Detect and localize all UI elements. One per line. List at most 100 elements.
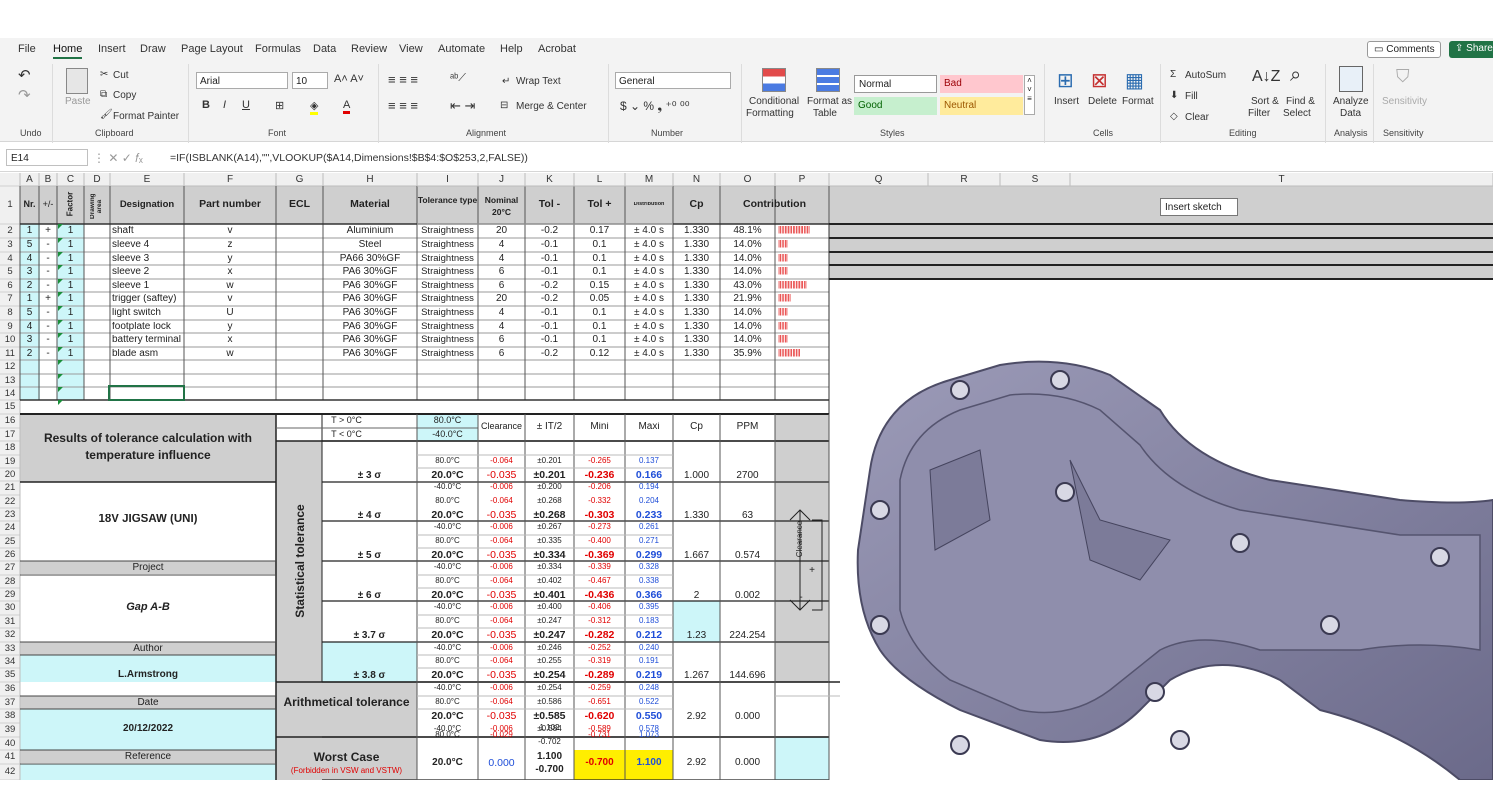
row-header[interactable]: 10 xyxy=(0,335,20,345)
tab-view[interactable]: View xyxy=(399,43,423,55)
paste-icon[interactable] xyxy=(66,68,88,94)
row-header[interactable]: 4 xyxy=(0,254,20,264)
find-select-label2[interactable]: Select xyxy=(1283,108,1311,119)
conditional-formatting-label2[interactable]: Formatting xyxy=(746,108,794,119)
number-format-select[interactable]: General xyxy=(615,72,731,89)
column-header-K[interactable]: K xyxy=(525,175,574,185)
row-header[interactable]: 42 xyxy=(0,767,20,777)
column-header-O[interactable]: O xyxy=(720,175,775,185)
row-header[interactable]: 23 xyxy=(0,510,20,520)
row-header[interactable]: 8 xyxy=(0,308,20,318)
tab-insert[interactable]: Insert xyxy=(98,43,126,55)
column-header-G[interactable]: G xyxy=(276,175,323,185)
wrap-text-button[interactable]: Wrap Text xyxy=(516,76,561,87)
row-header[interactable]: 35 xyxy=(0,670,20,680)
share-button[interactable]: ⇪ Share xyxy=(1449,41,1493,58)
italic-icon[interactable]: I xyxy=(223,99,226,111)
autosum-icon[interactable]: Σ xyxy=(1170,69,1176,80)
underline-icon[interactable]: U xyxy=(242,99,250,111)
undo-icon[interactable]: ↶ xyxy=(18,66,31,84)
row-header[interactable]: 37 xyxy=(0,698,20,708)
style-normal[interactable]: Normal xyxy=(854,75,937,93)
borders-icon[interactable]: ⊞ xyxy=(275,99,284,112)
row-header[interactable]: 6 xyxy=(0,281,20,291)
row-header[interactable]: 12 xyxy=(0,362,20,372)
row-header[interactable]: 25 xyxy=(0,537,20,547)
row-header[interactable]: 22 xyxy=(0,497,20,507)
sensitivity-icon[interactable]: ⛉ xyxy=(1396,66,1410,87)
column-header-A[interactable]: A xyxy=(20,175,39,185)
align-top-icon[interactable]: ≡ ≡ ≡ xyxy=(388,72,418,87)
row-header[interactable]: 38 xyxy=(0,711,20,721)
tab-page-layout[interactable]: Page Layout xyxy=(181,43,243,55)
column-header-P[interactable]: P xyxy=(775,175,829,185)
format-cells-button[interactable]: Format xyxy=(1122,96,1154,107)
column-header-F[interactable]: F xyxy=(184,175,276,185)
row-header[interactable]: 32 xyxy=(0,630,20,640)
column-header-S[interactable]: S xyxy=(1000,175,1070,185)
row-header[interactable]: 26 xyxy=(0,550,20,560)
tab-draw[interactable]: Draw xyxy=(140,43,166,55)
style-neutral[interactable]: Neutral xyxy=(940,97,1023,115)
column-header-E[interactable]: E xyxy=(110,175,184,185)
bold-icon[interactable]: B xyxy=(202,99,210,111)
sort-filter-label1[interactable]: Sort & xyxy=(1251,96,1279,107)
orientation-icon[interactable]: ᵃᵇ⟋ xyxy=(450,72,466,85)
currency-icon[interactable]: $ ⌄ % ❟ ⁺⁰ ⁰⁰ xyxy=(620,99,690,114)
conditional-formatting-label1[interactable]: Conditional xyxy=(749,96,799,107)
row-header[interactable]: 33 xyxy=(0,644,20,654)
autosum-button[interactable]: AutoSum xyxy=(1185,70,1226,81)
column-header-R[interactable]: R xyxy=(928,175,1000,185)
cancel-confirm-icon[interactable]: ⋮ ✕ ✓ 𝑓ₓ xyxy=(93,151,143,166)
row-header[interactable]: 13 xyxy=(0,376,20,386)
column-header-M[interactable]: M xyxy=(625,175,673,185)
row-header[interactable]: 39 xyxy=(0,725,20,735)
tab-file[interactable]: File xyxy=(18,43,36,55)
merge-icon[interactable]: ⊟ xyxy=(500,100,508,111)
row-header[interactable]: 1 xyxy=(0,200,20,210)
format-painter-icon[interactable]: 🖌 xyxy=(100,109,113,120)
font-color-icon[interactable]: A xyxy=(343,99,351,114)
analyze-data-label2[interactable]: Data xyxy=(1340,108,1361,119)
align-left-icon[interactable]: ≡ ≡ ≡ xyxy=(388,98,418,113)
row-header[interactable]: 36 xyxy=(0,684,20,694)
style-bad[interactable]: Bad xyxy=(940,75,1023,93)
row-header[interactable]: 30 xyxy=(0,603,20,613)
active-cell-border[interactable] xyxy=(108,385,185,401)
row-header[interactable]: 3 xyxy=(0,240,20,250)
copy-button[interactable]: Copy xyxy=(113,90,136,101)
paste-button[interactable]: Paste xyxy=(65,96,91,107)
row-header[interactable]: 27 xyxy=(0,563,20,573)
format-table-icon[interactable] xyxy=(816,68,840,92)
format-table-label1[interactable]: Format as xyxy=(807,96,852,107)
delete-cells-icon[interactable]: ⊠ xyxy=(1091,68,1108,93)
row-header[interactable]: 28 xyxy=(0,577,20,587)
redo-icon[interactable]: ↷ xyxy=(18,86,31,104)
analyze-data-icon[interactable] xyxy=(1339,66,1363,92)
name-box[interactable]: E14 xyxy=(6,149,88,166)
styles-scroll[interactable]: ˄ ˅ ≡ xyxy=(1024,75,1035,115)
cut-icon[interactable]: ✂ xyxy=(100,69,108,80)
fill-color-icon[interactable]: ◈ xyxy=(310,99,319,115)
tab-acrobat[interactable]: Acrobat xyxy=(538,43,576,55)
row-header[interactable]: 16 xyxy=(0,416,20,426)
column-header-I[interactable]: I xyxy=(417,175,478,185)
cut-button[interactable]: Cut xyxy=(113,70,129,81)
clear-button[interactable]: Clear xyxy=(1185,112,1209,123)
comments-button[interactable]: ▭ Comments xyxy=(1367,41,1441,58)
increase-font-icon[interactable]: A˄ A˅ xyxy=(334,73,364,85)
sort-filter-icon[interactable]: A↓Z xyxy=(1252,68,1280,86)
row-header[interactable]: 15 xyxy=(0,402,20,412)
column-header-Q[interactable]: Q xyxy=(829,175,928,185)
font-size-select[interactable]: 10 xyxy=(292,72,328,89)
find-select-icon[interactable]: ⌕ xyxy=(1290,64,1301,87)
clear-icon[interactable]: ◇ xyxy=(1170,111,1178,122)
insert-cells-button[interactable]: Insert xyxy=(1054,96,1079,107)
column-header-D[interactable]: D xyxy=(84,175,110,185)
tab-home[interactable]: Home xyxy=(53,43,83,59)
tab-automate[interactable]: Automate xyxy=(438,43,485,55)
row-header[interactable]: 5 xyxy=(0,267,20,277)
fill-icon[interactable]: ⬇ xyxy=(1170,90,1178,101)
row-header[interactable]: 18 xyxy=(0,443,20,453)
row-header[interactable]: 40 xyxy=(0,739,20,749)
